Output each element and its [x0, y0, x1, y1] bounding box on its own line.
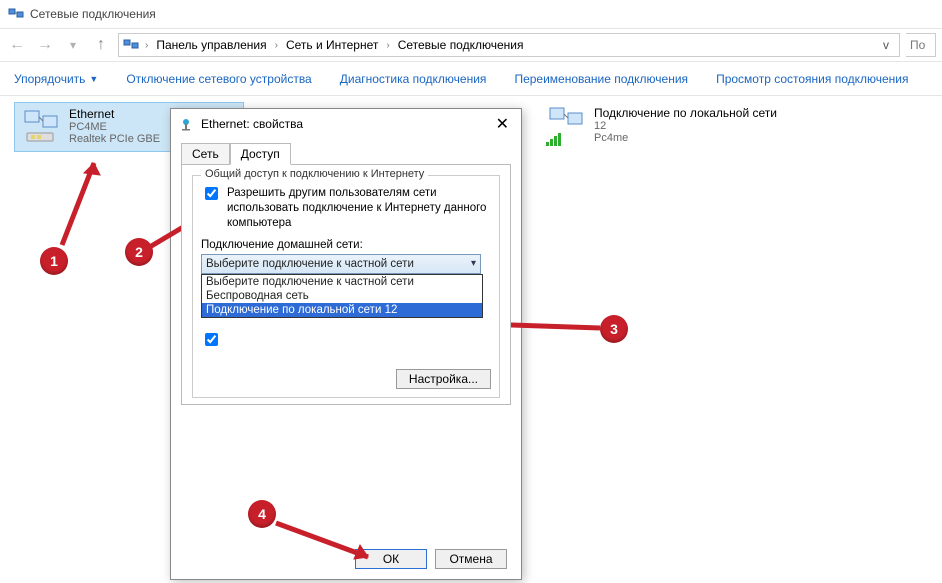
diagnose-connection-button[interactable]: Диагностика подключения [340, 72, 487, 86]
cancel-button[interactable]: Отмена [435, 549, 507, 569]
chevron-right-icon[interactable]: › [141, 40, 152, 51]
combo-option[interactable]: Беспроводная сеть [202, 289, 482, 303]
dialog-buttons: ОК Отмена [171, 539, 521, 579]
combo-option[interactable]: Выберите подключение к частной сети [202, 275, 482, 289]
annotation-marker-1: 1 [40, 247, 68, 275]
connection-name: Ethernet [69, 107, 160, 121]
lan-adapter-icon [546, 106, 586, 146]
annotation-marker-2: 2 [125, 238, 153, 266]
tab-access[interactable]: Доступ [230, 143, 291, 165]
tab-network[interactable]: Сеть [181, 143, 230, 164]
allow-sharing-checkbox[interactable] [205, 187, 218, 200]
network-icon [179, 117, 193, 131]
rename-connection-button[interactable]: Переименование подключения [514, 72, 688, 86]
breadcrumb-history-dropdown[interactable]: v [877, 38, 895, 52]
ics-groupbox: Общий доступ к подключению к Интернету Р… [192, 175, 500, 398]
chevron-right-icon[interactable]: › [382, 40, 393, 51]
home-network-label: Подключение домашней сети: [201, 239, 491, 251]
breadcrumb-item[interactable]: Сеть и Интернет [284, 38, 380, 52]
organize-button[interactable]: Упорядочить ▼ [14, 72, 98, 86]
search-placeholder: По [910, 38, 925, 52]
annotation-arrow-1 [52, 145, 112, 255]
dialog-titlebar: Ethernet: свойства ✕ [171, 109, 521, 139]
connection-item-local[interactable]: Подключение по локальной сети 12 Pc4me [540, 102, 840, 150]
window-title: Сетевые подключения [30, 7, 156, 21]
combo-option-selected[interactable]: Подключение по локальной сети 12 [202, 303, 482, 317]
tabs: Сеть Доступ [181, 143, 511, 164]
nav-forward-button[interactable]: → [34, 34, 56, 56]
nav-up-button[interactable]: ↑ [90, 34, 112, 56]
breadcrumb-item[interactable]: Сетевые подключения [396, 38, 526, 52]
nav-bar: ← → ▾ ↑ › Панель управления › Сеть и Инт… [0, 28, 942, 62]
nav-back-button[interactable]: ← [6, 34, 28, 56]
breadcrumb-bar[interactable]: › Панель управления › Сеть и Интернет › … [118, 33, 900, 57]
home-network-combobox[interactable]: Выберите подключение к частной сети ▾ Вы… [201, 254, 481, 274]
annotation-marker-3: 3 [600, 315, 628, 343]
combo-value: Выберите подключение к частной сети [206, 258, 414, 270]
disable-device-button[interactable]: Отключение сетевого устройства [126, 72, 311, 86]
network-connections-icon [8, 6, 24, 22]
groupbox-title: Общий доступ к подключению к Интернету [201, 168, 428, 180]
home-network-dropdown-list: Выберите подключение к частной сети Бесп… [201, 274, 483, 318]
ethernet-properties-dialog: Ethernet: свойства ✕ Сеть Доступ Общий д… [170, 108, 522, 580]
allow-sharing-label: Разрешить другим пользователям сети испо… [227, 186, 491, 231]
chevron-down-icon: ▾ [471, 258, 476, 269]
chevron-right-icon[interactable]: › [271, 40, 282, 51]
tab-access-panel: Общий доступ к подключению к Интернету Р… [181, 164, 511, 405]
toolbar: Упорядочить ▼ Отключение сетевого устрой… [0, 62, 942, 96]
search-input[interactable]: По [906, 33, 936, 57]
connection-device: Pc4me [594, 132, 777, 144]
annotation-marker-4: 4 [248, 500, 276, 528]
allow-control-checkbox[interactable] [205, 333, 218, 346]
connection-status: 12 [594, 120, 777, 132]
connection-status: PC4ME [69, 121, 160, 133]
connection-device: Realtek PCIe GBE [69, 133, 160, 145]
ok-button[interactable]: ОК [355, 549, 427, 569]
settings-button[interactable]: Настройка... [396, 369, 491, 389]
dialog-title: Ethernet: свойства [201, 117, 484, 131]
network-connections-icon [123, 37, 139, 53]
nav-recent-dropdown[interactable]: ▾ [62, 34, 84, 56]
window-titlebar: Сетевые подключения [0, 0, 942, 28]
ethernet-adapter-icon [21, 107, 61, 147]
close-button[interactable]: ✕ [492, 114, 513, 134]
connection-name: Подключение по локальной сети [594, 106, 777, 120]
chevron-down-icon: ▼ [89, 74, 98, 84]
breadcrumb-item[interactable]: Панель управления [154, 38, 268, 52]
signal-bars-icon [546, 132, 561, 146]
view-status-button[interactable]: Просмотр состояния подключения [716, 72, 908, 86]
